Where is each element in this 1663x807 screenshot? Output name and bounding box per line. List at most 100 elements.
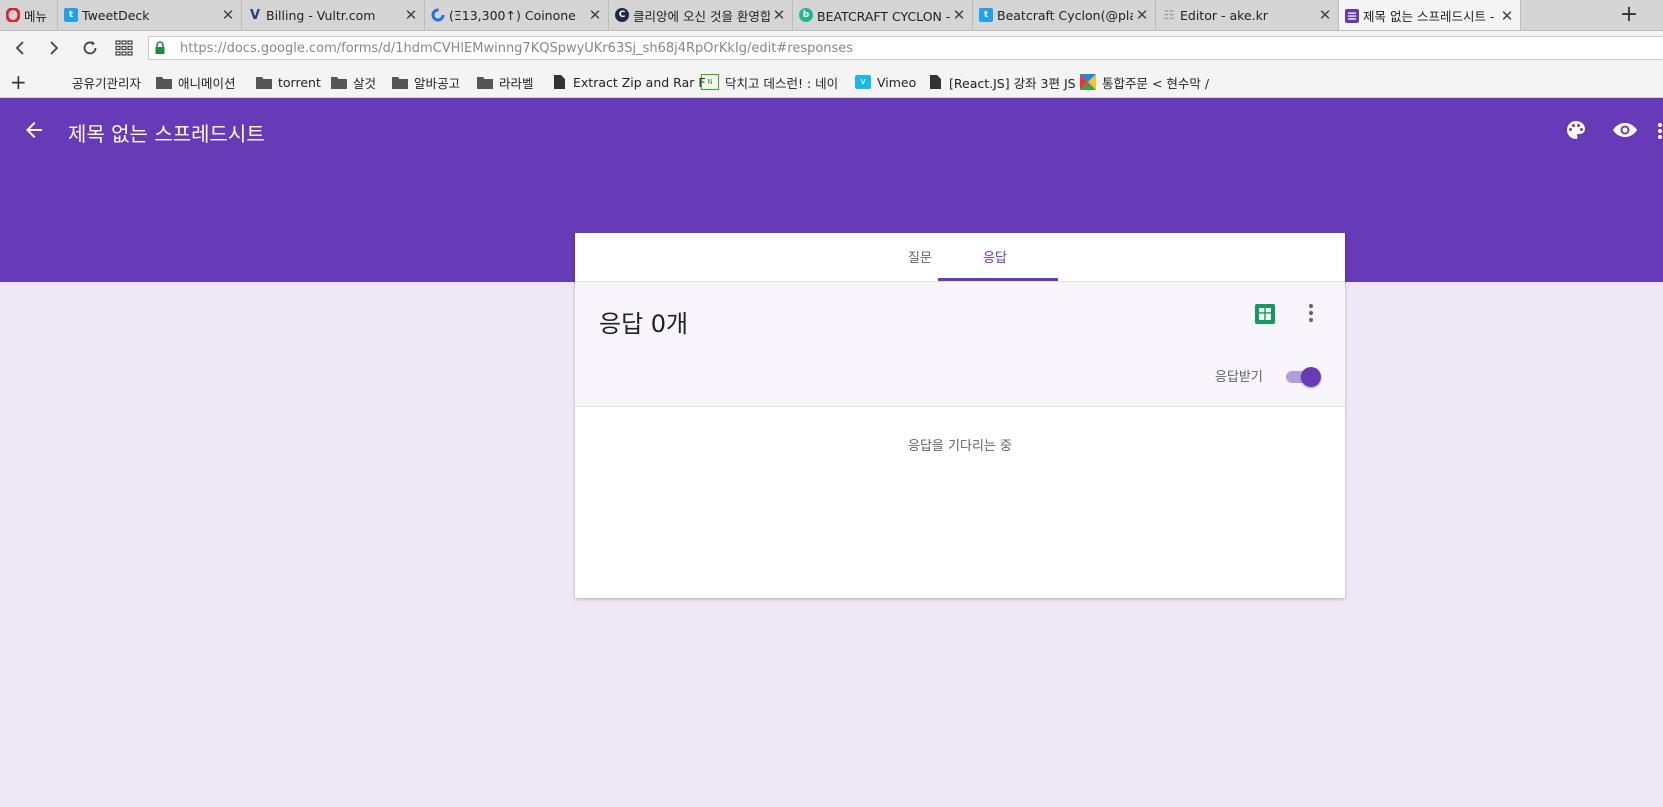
add-bookmark-button[interactable]: + bbox=[10, 70, 27, 94]
bookmark-item[interactable]: 통합주문 < 현수막 / bbox=[1080, 72, 1209, 92]
bookmark-item[interactable]: [React.JS] 강좌 3편 JS bbox=[927, 72, 1076, 92]
palette-icon[interactable] bbox=[1564, 118, 1588, 142]
folder-icon bbox=[156, 75, 172, 89]
bookmark-item[interactable]: v Vimeo bbox=[855, 72, 916, 92]
more-vert-icon[interactable] bbox=[1307, 302, 1315, 324]
bookmark-folder[interactable]: 알바공고 bbox=[392, 72, 460, 92]
grid-icon bbox=[115, 40, 133, 56]
form-tabs: 질문 응답 bbox=[575, 233, 1345, 282]
bookmark-label: 알바공고 bbox=[414, 75, 461, 91]
tab-title: (Ξ13,300↑) Coinone bbox=[449, 7, 576, 23]
naver-icon: N bbox=[701, 74, 719, 90]
tab-title: Beatcraft Cyclon(@playcyc bbox=[997, 7, 1133, 23]
tab-beatcraft[interactable]: b BEATCRAFT CYCLON - 나 ✕ bbox=[793, 0, 973, 30]
tab-title: 클리앙에 오신 것을 환영합 bbox=[633, 8, 770, 24]
page-title[interactable]: 제목 없는 스프레드시트 bbox=[68, 118, 265, 147]
folder-icon bbox=[392, 75, 408, 89]
chevron-left-icon bbox=[15, 41, 24, 55]
tab-google-forms[interactable]: 제목 없는 스프레드시트 - ✕ bbox=[1339, 0, 1521, 30]
tab-questions[interactable]: 질문 bbox=[908, 247, 932, 266]
vimeo-icon: v bbox=[855, 75, 871, 89]
bookmark-label: 닥치고 데스런! : 네이 bbox=[725, 75, 839, 91]
tab-vultr[interactable]: V Billing - Vultr.com ✕ bbox=[242, 0, 425, 30]
responses-card: 질문 응답 응답 0개 응답받기 응답을 기다리는 중 bbox=[575, 233, 1345, 598]
page-icon bbox=[927, 75, 943, 89]
bookmark-label: 라라벨 bbox=[499, 75, 534, 91]
folder-icon bbox=[477, 75, 493, 89]
bookmark-label: 통합주문 < 현수막 / bbox=[1102, 75, 1210, 91]
bookmark-item[interactable]: N 닥치고 데스런! : 네이 bbox=[701, 72, 838, 92]
reload-button[interactable] bbox=[78, 36, 102, 60]
close-icon[interactable]: ✕ bbox=[950, 6, 968, 24]
waiting-message: 응답을 기다리는 중 bbox=[908, 439, 1012, 454]
tab-title: BEATCRAFT CYCLON - 나 bbox=[817, 8, 950, 24]
browser-tab-strip: 메뉴 t TweetDeck ✕ V Billing - Vultr.com ✕… bbox=[0, 0, 1663, 31]
chevron-right-icon bbox=[50, 41, 59, 55]
bookmark-folder[interactable]: 애니메이션 bbox=[156, 72, 236, 92]
tab-responses[interactable]: 응답 bbox=[983, 247, 1007, 266]
reload-icon bbox=[83, 41, 97, 55]
new-tab-button[interactable]: + bbox=[1616, 2, 1642, 27]
more-vert-icon[interactable] bbox=[1656, 122, 1663, 140]
bookmark-label: 애니메이션 bbox=[178, 75, 236, 91]
tab-opera-menu[interactable]: 메뉴 bbox=[0, 0, 58, 30]
beatcraft-icon: b bbox=[799, 8, 813, 22]
sheets-icon[interactable] bbox=[1255, 304, 1275, 324]
toggle-knob bbox=[1301, 367, 1321, 387]
bookmark-folder[interactable]: 살것 bbox=[331, 72, 376, 92]
active-tab-indicator bbox=[938, 278, 1058, 281]
bookmark-item[interactable]: Extract Zip and Rar F bbox=[551, 72, 706, 92]
bookmark-item[interactable]: 공유기관리자 bbox=[72, 72, 141, 92]
accepting-responses-toggle[interactable] bbox=[1284, 364, 1322, 388]
eye-icon[interactable] bbox=[1612, 118, 1638, 142]
tab-coinone[interactable]: (Ξ13,300↑) Coinone ✕ bbox=[425, 0, 609, 30]
back-button[interactable] bbox=[8, 36, 32, 60]
close-icon[interactable]: ✕ bbox=[219, 6, 237, 24]
forms-icon bbox=[1345, 8, 1359, 23]
folder-icon bbox=[256, 75, 272, 89]
tab-title: Editor - ake.kr bbox=[1180, 7, 1268, 23]
tab-title: TweetDeck bbox=[82, 7, 150, 23]
back-arrow-icon[interactable] bbox=[22, 118, 46, 142]
close-icon[interactable]: ✕ bbox=[586, 6, 604, 24]
forward-button[interactable] bbox=[42, 36, 66, 60]
responses-summary: 응답 0개 응답받기 bbox=[575, 282, 1345, 407]
bookmark-label: Vimeo bbox=[877, 74, 917, 90]
tab-title: 제목 없는 스프레드시트 - bbox=[1363, 9, 1495, 24]
close-icon[interactable]: ✕ bbox=[402, 6, 420, 24]
url-text: https://docs.google.com/forms/d/1hdmCVHl… bbox=[180, 40, 854, 56]
tab-editor[interactable]: ☷ Editor - ake.kr ✕ bbox=[1156, 0, 1339, 30]
opera-icon bbox=[6, 8, 20, 22]
editor-icon: ☷ bbox=[1163, 8, 1175, 22]
bookmarks-bar: + 공유기관리자 애니메이션 torrent 살것 알바공고 라라벨 Extra… bbox=[0, 66, 1663, 98]
twitter-icon: t bbox=[979, 8, 993, 22]
speed-dial-button[interactable] bbox=[112, 36, 136, 60]
tab-clien[interactable]: C 클리앙에 오신 것을 환영합 ✕ bbox=[609, 0, 793, 30]
close-icon[interactable]: ✕ bbox=[1498, 7, 1516, 25]
bookmark-label: [React.JS] 강좌 3편 JS bbox=[949, 75, 1076, 91]
vultr-icon: V bbox=[249, 7, 261, 23]
bookmark-folder[interactable]: 라라벨 bbox=[477, 72, 534, 92]
tab-title: Billing - Vultr.com bbox=[266, 7, 376, 23]
tab-title: 메뉴 bbox=[24, 8, 48, 24]
accepting-responses-label: 응답받기 bbox=[1215, 370, 1263, 385]
tab-beatcraft-twitter[interactable]: t Beatcraft Cyclon(@playcyc ✕ bbox=[973, 0, 1156, 30]
close-icon[interactable]: ✕ bbox=[1316, 6, 1334, 24]
bookmark-label: 공유기관리자 bbox=[72, 75, 142, 91]
response-count: 응답 0개 bbox=[599, 310, 689, 338]
bookmark-folder[interactable]: torrent bbox=[256, 72, 321, 92]
close-icon[interactable]: ✕ bbox=[1133, 6, 1151, 24]
page-icon bbox=[551, 75, 567, 89]
address-bar-row: https://docs.google.com/forms/d/1hdmCVHl… bbox=[0, 31, 1663, 66]
bookmark-label: torrent bbox=[278, 74, 321, 90]
folder-icon bbox=[331, 75, 347, 89]
close-icon[interactable]: ✕ bbox=[770, 6, 788, 24]
bookmark-label: 살것 bbox=[353, 75, 377, 91]
coinone-icon bbox=[431, 8, 445, 22]
twitter-icon: t bbox=[64, 8, 78, 22]
url-input[interactable]: https://docs.google.com/forms/d/1hdmCVHl… bbox=[148, 36, 1663, 60]
tab-tweetdeck[interactable]: t TweetDeck ✕ bbox=[58, 0, 242, 30]
bookmark-label: Extract Zip and Rar F bbox=[573, 74, 706, 90]
lock-icon bbox=[154, 41, 172, 55]
clien-icon: C bbox=[615, 8, 629, 22]
